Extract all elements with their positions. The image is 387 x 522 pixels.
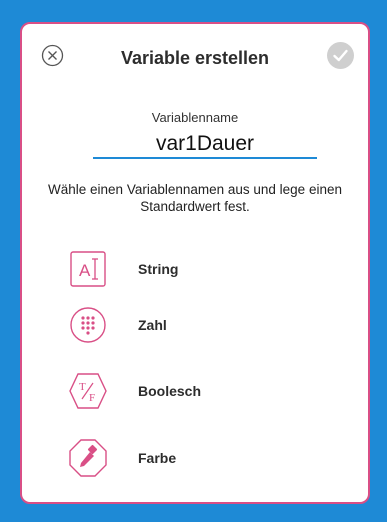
dialog-title: Variable erstellen [120,48,270,68]
type-option-number[interactable]: Zahl [68,305,328,345]
checkmark-icon [333,49,348,62]
type-option-boolean[interactable]: T F Boolesch [68,371,328,411]
svg-text:A: A [79,261,91,280]
variable-name-input[interactable] [93,131,317,159]
create-variable-dialog: Variable erstellen Variablenname Wähle e… [20,22,370,504]
boolean-true-false-icon: T F [68,371,108,411]
svg-text:F: F [89,392,95,404]
svg-text:T: T [79,381,86,393]
type-label-color: Farbe [138,450,177,466]
color-dropper-icon [68,438,108,478]
type-label-boolean: Boolesch [138,383,202,399]
type-option-string[interactable]: A String [68,249,328,289]
hint-text: Wähle einen Variablennamen aus und lege … [48,182,342,214]
type-label-number: Zahl [138,317,167,333]
variable-name-label: Variablenname [151,110,239,125]
number-keypad-icon [68,305,108,345]
type-label-string: String [138,261,179,277]
confirm-button[interactable] [327,42,354,69]
string-text-cursor-icon: A [68,249,108,289]
type-option-color[interactable]: Farbe [68,438,328,478]
